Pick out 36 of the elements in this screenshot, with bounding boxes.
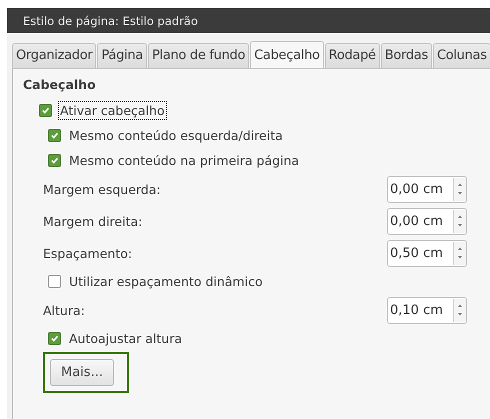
checkbox[interactable]	[39, 104, 52, 117]
spin-field[interactable]: 0,00 cm	[387, 208, 467, 234]
check-icon	[50, 156, 59, 165]
checkbox[interactable]	[48, 154, 61, 167]
checkbox-label[interactable]: Autoajustar altura	[68, 330, 184, 347]
checkbox-label[interactable]: Utilizar espaçamento dinâmico	[68, 273, 264, 290]
field-label: Margem esquerda:	[43, 182, 161, 196]
more-button[interactable]: Mais...	[50, 359, 114, 386]
check-icon	[41, 106, 50, 115]
checkbox[interactable]	[48, 275, 61, 288]
tab[interactable]: Bordas	[380, 43, 432, 68]
stepper-icon[interactable]	[453, 178, 466, 200]
spin-field[interactable]: 0,00 cm	[387, 176, 467, 202]
field-label: Espaçamento:	[43, 246, 132, 260]
tab[interactable]: Cabeçalho	[250, 41, 324, 68]
window-title: Estilo de página: Estilo padrão	[23, 14, 198, 28]
tab[interactable]: Rodapé	[324, 43, 380, 68]
spin-field[interactable]: 0,50 cm	[387, 240, 467, 266]
section-title: Cabeçalho	[23, 77, 97, 92]
checkbox-label[interactable]: Mesmo conteúdo na primeira página	[68, 152, 300, 169]
checkbox[interactable]	[48, 129, 61, 142]
tab[interactable]: Plano de fundo	[148, 43, 250, 68]
stepper-icon[interactable]	[453, 242, 466, 264]
tab[interactable]: Página	[97, 43, 147, 68]
field-label: Margem direita:	[43, 214, 142, 228]
checkbox[interactable]	[48, 332, 61, 345]
stepper-icon[interactable]	[453, 298, 466, 322]
stepper-icon[interactable]	[453, 210, 466, 232]
tab[interactable]: Organizador	[12, 43, 96, 68]
tab[interactable]: Colunas	[432, 43, 490, 68]
check-icon	[50, 334, 59, 343]
spin-field[interactable]: 0,10 cm	[387, 296, 467, 324]
check-icon	[50, 131, 59, 140]
checkbox-label[interactable]: Ativar cabeçalho	[59, 102, 166, 119]
field-label: Altura:	[43, 302, 85, 318]
checkbox-label[interactable]: Mesmo conteúdo esquerda/direita	[68, 127, 284, 144]
